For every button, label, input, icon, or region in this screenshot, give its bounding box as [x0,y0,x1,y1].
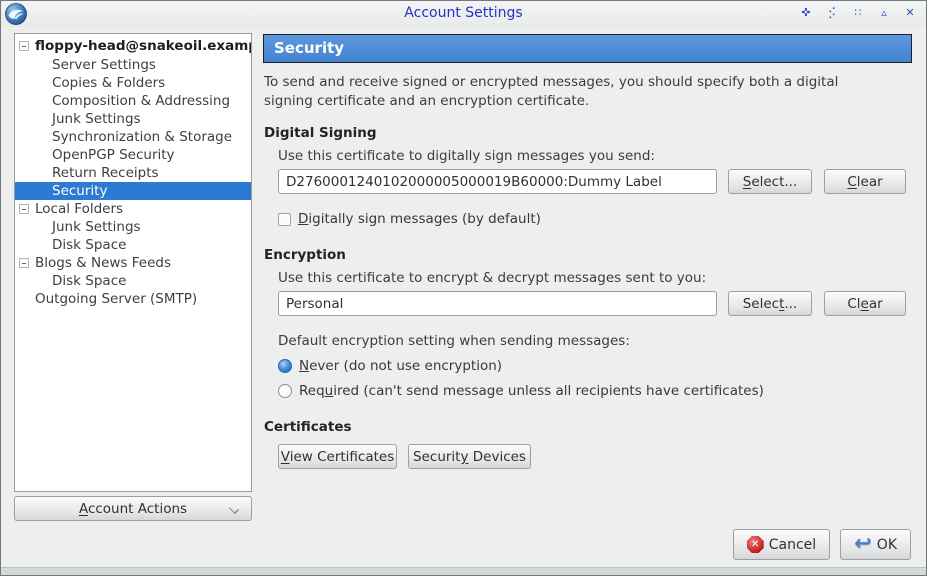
signing-select-button[interactable]: Select... [728,169,812,194]
encryption-select-button[interactable]: Select... [728,291,812,316]
security-devices-button[interactable]: Security Devices [408,444,531,469]
tree-item-label: floppy-head@snakeoil.examp [35,37,251,56]
tree-item-label: Junk Settings [52,110,141,128]
account-actions-button[interactable]: Account Actions [14,496,252,521]
intro-text: To send and receive signed or encrypted … [264,73,889,111]
encryption-heading: Encryption [264,247,912,263]
tree-item-label: Security [52,182,107,200]
dialog-buttons: Cancel ↩ OK [733,529,911,560]
cancel-label: Cancel [769,537,816,553]
tree-item-composition-addressing[interactable]: Composition & Addressing [15,92,251,110]
default-encryption-label: Default encryption setting when sending … [278,333,912,349]
tree-item-disk-space[interactable]: Disk Space [15,272,251,290]
tree-item-label: Synchronization & Storage [52,128,232,146]
tree-item-floppy-head-snakeoil-examp[interactable]: floppy-head@snakeoil.examp [15,37,251,56]
ok-arrow-icon: ↩ [854,534,872,552]
tree-item-server-settings[interactable]: Server Settings [15,56,251,74]
account-actions-label: Account Actions [79,501,187,517]
tree-item-label: Server Settings [52,56,156,74]
cancel-icon [747,536,764,553]
tree-item-security[interactable]: Security [15,182,251,200]
account-tree[interactable]: floppy-head@snakeoil.exampServer Setting… [14,33,252,492]
maximize-button[interactable]: ∷ [850,5,866,21]
tree-item-label: Blogs & News Feeds [35,254,171,272]
collapse-expander-icon[interactable] [19,258,29,268]
tree-item-label: OpenPGP Security [52,146,175,164]
ok-label: OK [877,537,897,553]
tree-item-local-folders[interactable]: Local Folders [15,200,251,218]
certificates-heading: Certificates [264,419,912,435]
window-frame-bottom [1,567,926,575]
radio-never-label: Never (do not use encryption) [299,358,502,374]
tree-item-label: Disk Space [52,236,126,254]
window-controls: ✜ ⡪ ∷ ▵ ✕ [798,5,918,21]
encryption-clear-button[interactable]: Clear [824,291,906,316]
digitally-sign-checkbox[interactable] [278,213,291,226]
signing-clear-button[interactable]: Clear [824,169,906,194]
digital-signing-heading: Digital Signing [264,125,912,141]
tree-item-return-receipts[interactable]: Return Receipts [15,164,251,182]
collapse-expander-icon[interactable] [19,204,29,214]
signing-cert-input[interactable] [278,169,717,194]
view-certificates-button[interactable]: View Certificates [278,444,397,469]
tree-item-label: Local Folders [35,200,123,218]
collapse-expander-icon[interactable] [19,41,29,51]
close-button[interactable]: ✕ [902,5,918,21]
cancel-button[interactable]: Cancel [733,529,830,560]
radio-never-row[interactable]: Never (do not use encryption) [278,358,912,374]
shade-button[interactable]: ⡪ [824,5,840,21]
tree-item-junk-settings[interactable]: Junk Settings [15,218,251,236]
tree-item-label: Composition & Addressing [52,92,230,110]
titlebar: Account Settings ✜ ⡪ ∷ ▵ ✕ [1,1,926,27]
tree-item-label: Outgoing Server (SMTP) [35,290,197,308]
tree-item-label: Copies & Folders [52,74,165,92]
chevron-down-icon [230,505,238,513]
encryption-cert-input[interactable] [278,291,717,316]
window-title: Account Settings [1,5,926,21]
radio-required-label: Required (can't send message unless all … [299,383,764,399]
tree-item-label: Disk Space [52,272,126,290]
digitally-sign-label: Digitally sign messages (by default) [298,211,541,227]
radio-never[interactable] [278,359,292,373]
account-settings-window: Account Settings ✜ ⡪ ∷ ▵ ✕ floppy-head@snake… [0,0,927,576]
radio-required-row[interactable]: Required (can't send message unless all … [278,383,912,399]
security-panel: Security To send and receive signed or e… [263,34,912,469]
tree-item-label: Junk Settings [52,218,141,236]
minimize-button[interactable]: ▵ [876,5,892,21]
tree-item-label: Return Receipts [52,164,159,182]
ok-button[interactable]: ↩ OK [840,529,911,560]
digitally-sign-checkbox-row[interactable]: Digitally sign messages (by default) [278,211,912,227]
encryption-cert-label: Use this certificate to encrypt & decryp… [278,270,912,286]
radio-required[interactable] [278,384,292,398]
tree-item-disk-space[interactable]: Disk Space [15,236,251,254]
tree-item-blogs-news-feeds[interactable]: Blogs & News Feeds [15,254,251,272]
tree-item-copies-folders[interactable]: Copies & Folders [15,74,251,92]
panel-header: Security [263,34,912,63]
menu-button[interactable]: ✜ [798,5,814,21]
tree-item-openpgp-security[interactable]: OpenPGP Security [15,146,251,164]
signing-cert-label: Use this certificate to digitally sign m… [278,148,912,164]
tree-item-outgoing-server-smtp-[interactable]: Outgoing Server (SMTP) [15,290,251,308]
tree-item-synchronization-storage[interactable]: Synchronization & Storage [15,128,251,146]
tree-item-junk-settings[interactable]: Junk Settings [15,110,251,128]
